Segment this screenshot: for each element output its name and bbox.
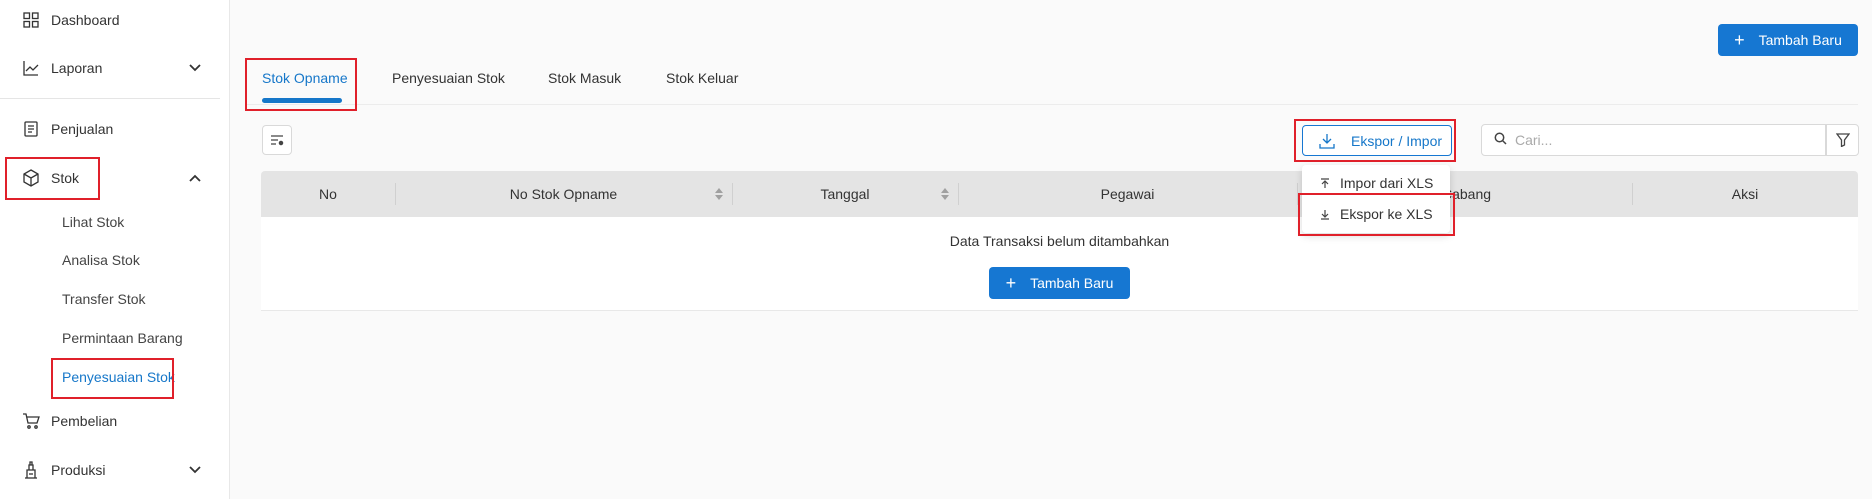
sidebar-item-stok[interactable]: Stok bbox=[0, 158, 229, 198]
chevron-up-icon[interactable] bbox=[188, 171, 202, 185]
sidebar-item-pembelian[interactable]: Pembelian bbox=[0, 401, 229, 441]
tabs-divider bbox=[246, 104, 1858, 105]
search-input[interactable] bbox=[1515, 132, 1815, 148]
export-import-label: Ekspor / Impor bbox=[1351, 132, 1443, 149]
sidebar-item-label: Dashboard bbox=[51, 12, 120, 28]
sidebar-item-laporan[interactable]: Laporan bbox=[0, 48, 229, 88]
active-tab-indicator bbox=[262, 98, 342, 103]
sidebar-item-label: Pembelian bbox=[51, 413, 118, 429]
menu-item-import-xls[interactable]: Impor dari XLS bbox=[1302, 168, 1450, 198]
sidebar-item-label: Laporan bbox=[51, 60, 103, 76]
sidebar-subitem-penyesuaian-stok[interactable]: Penyesuaian Stok bbox=[62, 362, 175, 392]
box-icon bbox=[22, 169, 40, 187]
download-icon bbox=[1320, 209, 1330, 220]
table-header: No No Stok Opname Tanggal Pegawai Cabang… bbox=[261, 171, 1858, 217]
empty-state-add-button-label: Tambah Baru bbox=[1030, 275, 1114, 291]
sidebar-divider bbox=[0, 98, 220, 99]
search-box bbox=[1481, 124, 1826, 156]
plus-icon: + bbox=[1005, 273, 1017, 293]
receipt-icon bbox=[22, 120, 40, 138]
sidebar-item-produksi[interactable]: Produksi bbox=[0, 450, 229, 490]
menu-item-label: Impor dari XLS bbox=[1340, 175, 1434, 191]
sidebar-item-label: Stok bbox=[51, 170, 80, 186]
empty-state-message: Data Transaksi belum ditambahkan bbox=[949, 233, 1170, 249]
filter-button[interactable] bbox=[1826, 124, 1859, 156]
sidebar-item-label: Penjualan bbox=[51, 121, 114, 137]
line-chart-icon bbox=[22, 59, 40, 77]
column-header-aksi: Aksi bbox=[1731, 186, 1759, 202]
menu-item-label: Ekspor ke XLS bbox=[1340, 206, 1433, 222]
tab-stok-masuk[interactable]: Stok Masuk bbox=[548, 70, 621, 92]
sidebar-item-dashboard[interactable]: Dashboard bbox=[0, 0, 229, 40]
tab-stok-opname[interactable]: Stok Opname bbox=[262, 70, 348, 92]
sort-icon[interactable] bbox=[940, 186, 950, 202]
menu-item-export-xls[interactable]: Ekspor ke XLS bbox=[1302, 199, 1450, 229]
download-icon bbox=[1319, 133, 1335, 149]
add-new-button-label: Tambah Baru bbox=[1758, 32, 1842, 48]
tab-stok-keluar[interactable]: Stok Keluar bbox=[666, 70, 738, 92]
column-header-no-stok-opname[interactable]: No Stok Opname bbox=[395, 171, 732, 217]
export-import-menu: Impor dari XLS Ekspor ke XLS bbox=[1302, 165, 1450, 233]
sidebar-subitem-permintaan-barang[interactable]: Permintaan Barang bbox=[62, 323, 183, 353]
sidebar-subitem-lihat-stok[interactable]: Lihat Stok bbox=[62, 207, 124, 237]
column-settings-button[interactable] bbox=[262, 125, 292, 155]
sidebar-item-penjualan[interactable]: Penjualan bbox=[0, 109, 229, 149]
sort-icon[interactable] bbox=[714, 186, 724, 202]
sidebar: Dashboard Laporan Penjualan Stok Lihat S… bbox=[0, 0, 230, 499]
factory-icon bbox=[22, 461, 40, 479]
sidebar-subitem-transfer-stok[interactable]: Transfer Stok bbox=[62, 284, 146, 314]
table-body: Data Transaksi belum ditambahkan + Tamba… bbox=[261, 217, 1858, 311]
search-icon bbox=[1494, 132, 1507, 148]
funnel-icon bbox=[1835, 133, 1850, 147]
plus-icon: + bbox=[1734, 30, 1745, 50]
column-header-tanggal[interactable]: Tanggal bbox=[732, 171, 958, 217]
dashboard-grid-icon bbox=[22, 11, 40, 29]
upload-icon bbox=[1320, 177, 1330, 189]
sidebar-subitem-analisa-stok[interactable]: Analisa Stok bbox=[62, 245, 140, 275]
tab-penyesuaian-stok[interactable]: Penyesuaian Stok bbox=[392, 70, 505, 92]
column-header-pegawai: Pegawai bbox=[1100, 186, 1155, 202]
filter-lines-icon bbox=[271, 135, 284, 146]
empty-state-add-button[interactable]: + Tambah Baru bbox=[989, 267, 1130, 299]
cart-icon bbox=[22, 412, 40, 430]
chevron-down-icon[interactable] bbox=[188, 463, 202, 477]
sidebar-item-label: Produksi bbox=[51, 462, 106, 478]
chevron-down-icon[interactable] bbox=[188, 61, 202, 75]
export-import-button[interactable]: Ekspor / Impor bbox=[1302, 125, 1452, 156]
add-new-button[interactable]: + Tambah Baru bbox=[1718, 24, 1858, 56]
column-header-no: No bbox=[319, 186, 337, 202]
